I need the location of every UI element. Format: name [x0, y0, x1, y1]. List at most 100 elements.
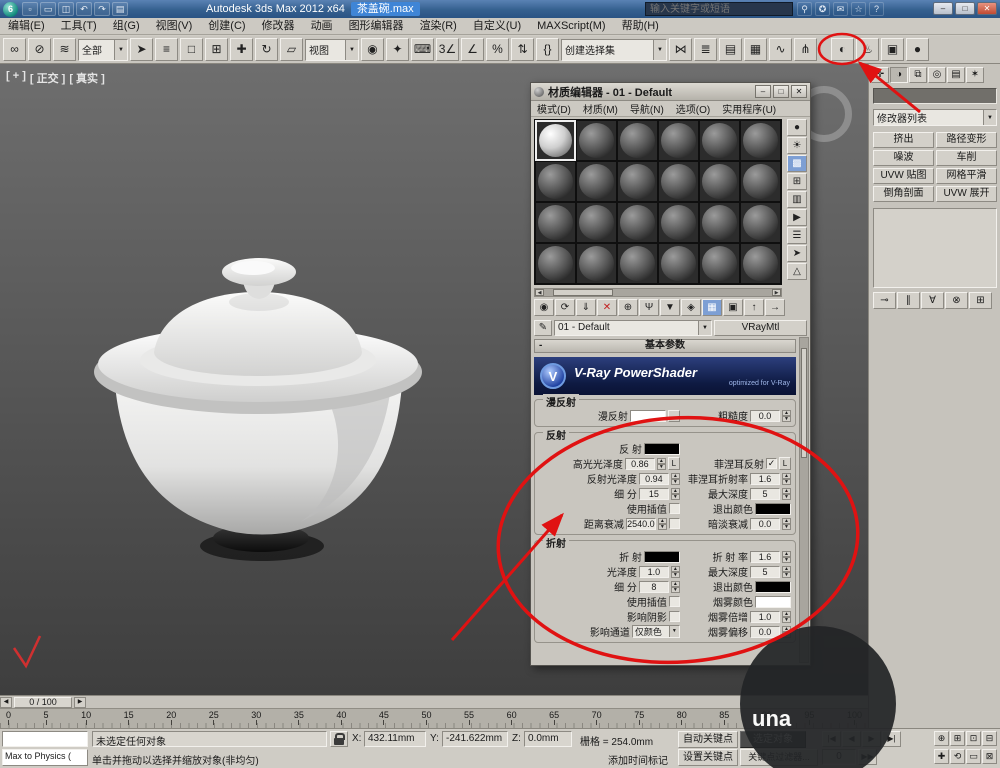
spinner[interactable]: ▲▼: [782, 472, 791, 485]
open-file-icon[interactable]: ▭: [40, 2, 56, 16]
value-field[interactable]: 0.94: [638, 472, 669, 485]
material-sample-slot[interactable]: [740, 243, 781, 284]
background-icon[interactable]: ▩: [787, 155, 807, 172]
select-object-icon[interactable]: ➤: [130, 38, 153, 61]
add-time-tag[interactable]: 添加时间标记: [608, 752, 668, 767]
spinner-down-icon[interactable]: ▼: [670, 571, 680, 578]
spinner-down-icon[interactable]: ▼: [782, 556, 791, 563]
save-file-icon[interactable]: ◫: [58, 2, 74, 16]
use-pivot-point-icon[interactable]: ◉: [361, 38, 384, 61]
make-material-copy-icon[interactable]: ⊕: [618, 299, 638, 316]
menu-item[interactable]: 图形编辑器: [341, 18, 412, 35]
value-field[interactable]: 5: [750, 565, 780, 578]
bind-to-space-warp-icon[interactable]: ≋: [53, 38, 76, 61]
value-field[interactable]: 1.6: [750, 472, 780, 485]
named-selection-set-dropdown[interactable]: 创建选择集 ▼: [561, 38, 667, 61]
me-minimize-button[interactable]: –: [755, 85, 771, 98]
me-menu-item[interactable]: 模式(D): [531, 101, 577, 116]
material-type-button[interactable]: VRayMtl: [714, 319, 807, 336]
tab-utilities[interactable]: ✶: [966, 67, 984, 83]
material-sample-slot[interactable]: [535, 202, 576, 243]
new-scene-icon[interactable]: ▫: [22, 2, 38, 16]
curve-editor-icon[interactable]: ∿: [769, 38, 792, 61]
maximize-viewport-icon[interactable]: ⊠: [982, 749, 997, 764]
value-field[interactable]: 8: [638, 580, 669, 593]
go-to-parent-icon[interactable]: ↑: [744, 299, 764, 316]
menu-item[interactable]: 创建(C): [200, 18, 253, 35]
material-sample-slot[interactable]: [658, 120, 699, 161]
object-name-field[interactable]: [873, 88, 997, 104]
make-unique-icon[interactable]: Ψ: [639, 299, 659, 316]
sample-slot-hscrollbar[interactable]: ◀ ▶: [534, 288, 782, 297]
video-color-check-icon[interactable]: ▥: [787, 191, 807, 208]
menu-item[interactable]: 动画: [303, 18, 341, 35]
color-swatch[interactable]: [643, 550, 680, 563]
value-field[interactable]: 15: [638, 487, 669, 500]
material-options-icon[interactable]: ☰: [787, 227, 807, 244]
material-sample-slot[interactable]: [740, 202, 781, 243]
rendered-frame-icon[interactable]: ▣: [881, 38, 904, 61]
material-sample-slot[interactable]: [699, 161, 740, 202]
sample-type-icon[interactable]: ●: [787, 119, 807, 136]
search-input[interactable]: [645, 2, 793, 16]
material-sample-slot[interactable]: [699, 243, 740, 284]
material-sample-slot[interactable]: [617, 243, 658, 284]
menu-item[interactable]: 修改器: [254, 18, 303, 35]
material-sample-slot[interactable]: [576, 161, 617, 202]
select-and-move-icon[interactable]: ✚: [230, 38, 253, 61]
tab-modify[interactable]: ◑: [890, 67, 908, 83]
layer-manager-icon[interactable]: ▤: [719, 38, 742, 61]
modifier-button[interactable]: UVW 展开: [936, 186, 997, 202]
modifier-button[interactable]: 车削: [936, 150, 997, 166]
spinner-down-icon[interactable]: ▼: [782, 523, 791, 530]
coord-z-field[interactable]: 0.0mm: [524, 731, 572, 747]
modifier-stack-list[interactable]: [873, 208, 997, 288]
tab-hierarchy[interactable]: ⧉: [909, 67, 927, 83]
select-and-rotate-icon[interactable]: ↻: [255, 38, 278, 61]
show-map-in-viewport-icon[interactable]: ▦: [702, 299, 722, 316]
material-sample-slot[interactable]: [576, 120, 617, 161]
selection-lock-button[interactable]: [330, 731, 348, 747]
color-swatch[interactable]: [755, 502, 791, 515]
render-setup-icon[interactable]: ♨: [856, 38, 879, 61]
schematic-view-icon[interactable]: ⋔: [794, 38, 817, 61]
spinner[interactable]: ▲▼: [670, 565, 680, 578]
zoom-all-icon[interactable]: ⊞: [950, 731, 965, 746]
menu-item[interactable]: 帮助(H): [614, 18, 667, 35]
me-menu-item[interactable]: 选项(O): [670, 101, 716, 116]
material-sample-slot[interactable]: [617, 202, 658, 243]
pick-material-icon[interactable]: ✎: [534, 319, 552, 336]
scroll-left-icon[interactable]: ◀: [535, 289, 544, 296]
configure-modifier-sets-icon[interactable]: ⊞: [969, 292, 992, 309]
mirror-icon[interactable]: ⋈: [669, 38, 692, 61]
show-end-result-icon[interactable]: ▣: [723, 299, 743, 316]
spinner-down-icon[interactable]: ▼: [782, 493, 791, 500]
me-maximize-button[interactable]: □: [773, 85, 789, 98]
material-sample-slot[interactable]: [576, 202, 617, 243]
color-swatch[interactable]: [755, 580, 791, 593]
previous-key-icon[interactable]: ◀: [0, 696, 12, 708]
value-field[interactable]: 5: [750, 487, 780, 500]
checkbox[interactable]: [668, 596, 680, 607]
material-sample-slot[interactable]: [699, 202, 740, 243]
spinner[interactable]: ▲▼: [670, 487, 680, 500]
value-field[interactable]: 1.0: [750, 610, 780, 623]
app-logo-icon[interactable]: 6: [3, 1, 18, 17]
map-button[interactable]: [667, 409, 680, 422]
go-forward-sibling-icon[interactable]: →: [765, 299, 785, 316]
selection-filter-dropdown[interactable]: 全部 ▼: [78, 38, 128, 61]
get-material-icon[interactable]: ◉: [534, 299, 554, 316]
snap-toggle-icon[interactable]: 3∠: [436, 38, 459, 61]
spinner[interactable]: ▲▼: [782, 487, 791, 500]
spinner-down-icon[interactable]: ▼: [670, 586, 680, 593]
checkbox[interactable]: [668, 503, 680, 514]
menu-item[interactable]: 视图(V): [148, 18, 201, 35]
search-icon[interactable]: ⚲: [797, 2, 812, 16]
next-key-icon[interactable]: ▶: [74, 696, 86, 708]
angle-snap-icon[interactable]: ∠: [461, 38, 484, 61]
spinner-down-icon[interactable]: ▼: [656, 463, 666, 470]
material-sample-slot[interactable]: [658, 202, 699, 243]
spinner-down-icon[interactable]: ▼: [782, 616, 791, 623]
value-field[interactable]: 1.0: [638, 565, 669, 578]
modifier-button[interactable]: 噪波: [873, 150, 934, 166]
